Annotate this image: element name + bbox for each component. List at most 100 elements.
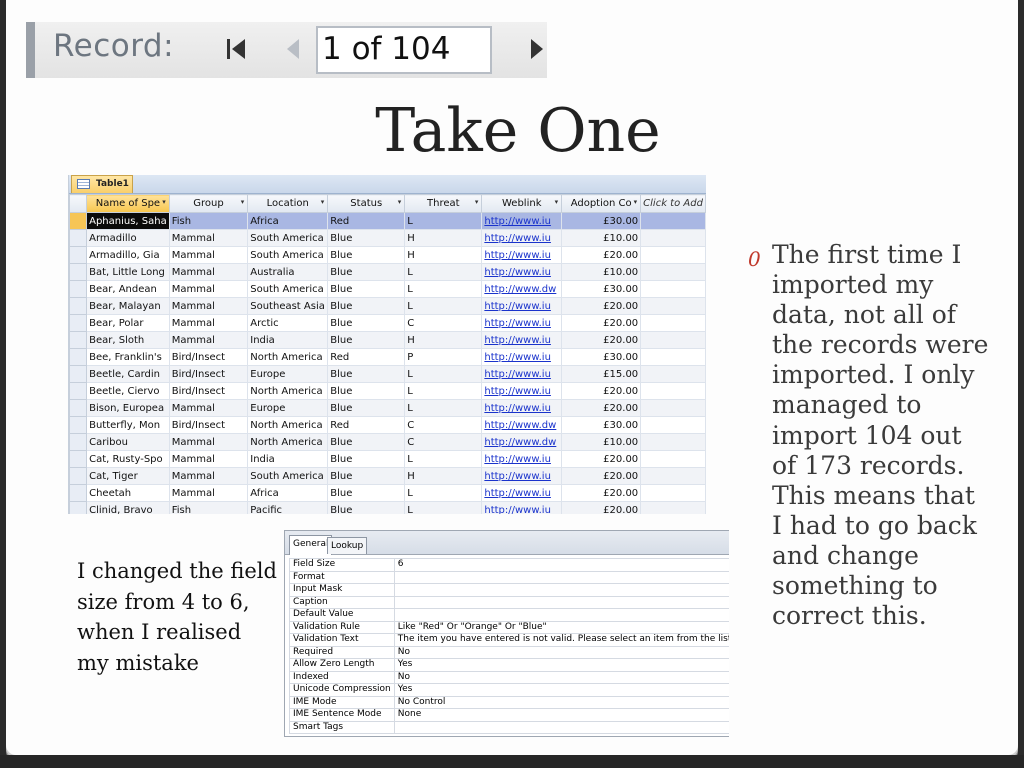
column-header[interactable]: Name of Spe ▾	[86, 194, 170, 213]
table-cell-empty[interactable]	[640, 280, 706, 298]
table-cell[interactable]: £20.00	[561, 382, 642, 400]
table-row[interactable]: Armadillo Mammal South America Blue Hhttp://…	[69, 229, 706, 247]
add-column-header[interactable]: Click to Add	[640, 194, 706, 213]
table-cell[interactable]: Mammal	[168, 399, 249, 417]
tab-general[interactable]: General	[289, 535, 333, 555]
table-cell[interactable]: Mammal	[168, 297, 249, 315]
table-cell[interactable]: Blue	[327, 365, 406, 383]
previous-record-icon[interactable]	[283, 36, 303, 62]
property-value[interactable]: Yes	[393, 658, 729, 672]
table-row[interactable]: Beetle, Ciervo Bird/Insect North America Bl…	[69, 382, 706, 400]
table-cell[interactable]: L	[404, 280, 483, 298]
table-cell[interactable]: Arctic	[247, 314, 329, 332]
table-cell[interactable]: Bird/Insect	[168, 365, 249, 383]
property-value[interactable]: 6	[393, 558, 729, 572]
table-cell[interactable]: Pacific	[247, 501, 329, 514]
table-cell[interactable]: Mammal	[168, 263, 249, 281]
table-cell[interactable]: Mammal	[168, 484, 249, 502]
table-cell[interactable]: Blue	[327, 382, 406, 400]
table-cell[interactable]: Cheetah	[86, 484, 170, 502]
table-cell-empty[interactable]	[640, 433, 706, 451]
table-cell[interactable]: http://www.iu	[481, 450, 563, 468]
property-value[interactable]: No	[393, 670, 729, 684]
property-value[interactable]: No	[393, 645, 729, 659]
table-row[interactable]: Cheetah Mammal Africa Blue Lhttp://www.iu £20…	[69, 484, 706, 502]
table-cell[interactable]: £20.00	[561, 450, 642, 468]
table-cell[interactable]: Armadillo, Gia	[86, 246, 170, 264]
dropdown-arrow-icon[interactable]: ▾	[241, 198, 245, 206]
table-row[interactable]: Bear, Andean Mammal South America Blue Lhttp…	[69, 280, 706, 298]
dropdown-arrow-icon[interactable]: ▾	[398, 198, 402, 206]
select-all-corner[interactable]	[69, 194, 88, 213]
record-selector[interactable]	[69, 450, 88, 468]
table-cell[interactable]: http://www.iu	[481, 314, 563, 332]
table-cell-empty[interactable]	[640, 348, 706, 366]
table-cell[interactable]: L	[404, 382, 483, 400]
table-cell[interactable]: North America	[247, 348, 329, 366]
table-cell[interactable]: Bear, Andean	[86, 280, 170, 298]
table-cell[interactable]: http://www.dw	[481, 280, 563, 298]
table-cell[interactable]: Blue	[327, 280, 406, 298]
table-cell[interactable]: Africa	[247, 484, 329, 502]
table-cell[interactable]: L	[404, 484, 483, 502]
column-header[interactable]: Group ▾	[168, 194, 249, 213]
first-record-icon[interactable]	[225, 36, 249, 62]
table-cell[interactable]: Red	[327, 348, 406, 366]
table-row[interactable]: Butterfly, Mon Bird/Insect North America Re…	[69, 416, 706, 434]
table-cell[interactable]: Mammal	[168, 314, 249, 332]
property-value[interactable]: Like "Red" Or "Orange" Or "Blue"	[393, 620, 729, 634]
table-cell[interactable]: £30.00	[561, 280, 642, 298]
column-header[interactable]: Threat ▾	[404, 194, 483, 213]
record-selector[interactable]	[69, 297, 88, 315]
table-cell[interactable]: P	[404, 348, 483, 366]
table-cell-empty[interactable]	[640, 416, 706, 434]
table-cell[interactable]: Bison, Europea	[86, 399, 170, 417]
table-cell[interactable]: Blue	[327, 229, 406, 247]
table-row[interactable]: Armadillo, Gia Mammal South America Blue Hht…	[69, 246, 706, 264]
table-cell[interactable]: North America	[247, 433, 329, 451]
table-cell[interactable]: Cat, Rusty-Spo	[86, 450, 170, 468]
table-cell[interactable]: Mammal	[168, 331, 249, 349]
table-cell-empty[interactable]	[640, 212, 706, 230]
table-row[interactable]: Cat, Rusty-Spo Mammal India Blue Lhttp://www…	[69, 450, 706, 468]
table-cell[interactable]: Armadillo	[86, 229, 170, 247]
table-row[interactable]: Bear, Sloth Mammal India Blue Hhttp://www.iu…	[69, 331, 706, 349]
table-cell[interactable]: http://www.iu	[481, 484, 563, 502]
property-value[interactable]: The item you have entered is not valid. …	[393, 633, 729, 647]
table-cell-empty[interactable]	[640, 229, 706, 247]
table-cell[interactable]: £15.00	[561, 365, 642, 383]
table-cell[interactable]: India	[247, 450, 329, 468]
table-cell[interactable]: http://www.iu	[481, 467, 563, 485]
table-cell[interactable]: Mammal	[168, 246, 249, 264]
table-cell[interactable]: Mammal	[168, 433, 249, 451]
table-cell[interactable]: Blue	[327, 246, 406, 264]
record-selector[interactable]	[69, 416, 88, 434]
column-header[interactable]: Adoption Co ▾	[561, 194, 642, 213]
table-cell[interactable]: £20.00	[561, 314, 642, 332]
table-cell[interactable]: £10.00	[561, 433, 642, 451]
table-cell[interactable]: http://www.iu	[481, 297, 563, 315]
next-record-icon[interactable]	[527, 36, 547, 62]
table-cell[interactable]: Europe	[247, 365, 329, 383]
table-cell[interactable]: Mammal	[168, 450, 249, 468]
table-cell[interactable]: Blue	[327, 467, 406, 485]
table-cell[interactable]: Blue	[327, 501, 406, 514]
table-cell[interactable]: Blue	[327, 297, 406, 315]
property-value[interactable]	[393, 608, 729, 622]
table-cell[interactable]: Bear, Sloth	[86, 331, 170, 349]
table-cell-empty[interactable]	[640, 399, 706, 417]
table-cell-empty[interactable]	[640, 331, 706, 349]
table-cell[interactable]: http://www.iu	[481, 365, 563, 383]
table-cell[interactable]: L	[404, 212, 483, 230]
table-cell[interactable]: Beetle, Cardin	[86, 365, 170, 383]
table-cell[interactable]: http://www.iu	[481, 331, 563, 349]
table-cell[interactable]: Mammal	[168, 280, 249, 298]
record-selector[interactable]	[69, 484, 88, 502]
table-cell[interactable]: £10.00	[561, 229, 642, 247]
table-cell[interactable]: H	[404, 246, 483, 264]
table-cell[interactable]: £20.00	[561, 467, 642, 485]
record-selector[interactable]	[69, 348, 88, 366]
table-cell[interactable]: L	[404, 450, 483, 468]
table-cell[interactable]: Australia	[247, 263, 329, 281]
table-cell[interactable]: H	[404, 229, 483, 247]
